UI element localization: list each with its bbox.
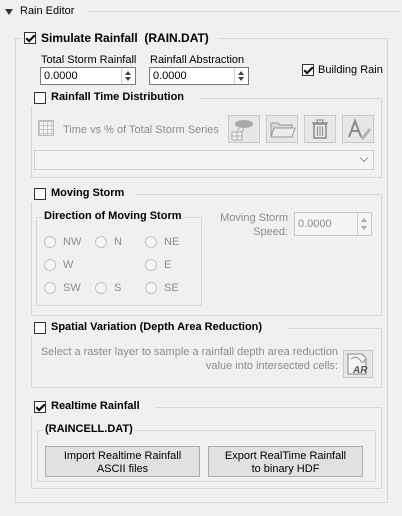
simulate-rainfall-checkbox[interactable] <box>24 32 36 44</box>
simulate-rainfall-header: Simulate Rainfall (RAIN.DAT) <box>22 30 218 46</box>
export-realtime-label-line2: to binary HDF <box>251 463 320 475</box>
time-distribution-checkbox[interactable] <box>34 92 46 104</box>
chevron-down-icon[interactable] <box>359 153 369 163</box>
direction-radio-n[interactable] <box>95 236 107 248</box>
direction-label-ne: NE <box>164 236 180 248</box>
direction-radio-se[interactable] <box>145 282 157 294</box>
open-folder-button[interactable] <box>266 115 298 143</box>
building-rain-label: Building Rain <box>318 64 383 76</box>
spin-down-icon[interactable] <box>125 77 131 81</box>
spatial-description-line1: Select a raster layer to sample a rainfa… <box>40 346 338 358</box>
collapse-arrow-icon[interactable] <box>5 9 13 15</box>
spin-down-icon[interactable] <box>238 77 244 81</box>
area-reduction-icon-text: AR <box>352 365 368 376</box>
direction-radio-nw[interactable] <box>44 236 56 248</box>
raincell-label: (RAINCELL.DAT) <box>43 423 135 435</box>
spatial-variation-checkbox[interactable] <box>34 322 46 334</box>
rain-table-button[interactable] <box>228 115 260 143</box>
realtime-rainfall-label: Realtime Rainfall <box>51 400 140 412</box>
export-realtime-label-line1: Export RealTime Rainfall <box>224 450 347 462</box>
direction-label-w: W <box>63 259 74 271</box>
realtime-rainfall-checkbox[interactable] <box>34 401 46 413</box>
trash-icon <box>312 119 328 139</box>
export-realtime-button[interactable]: Export RealTime Rainfall to binary HDF <box>208 446 363 477</box>
rainfall-abstraction-input[interactable]: 0.0000 <box>149 67 249 85</box>
rainfall-abstraction-label: Rainfall Abstraction <box>150 54 245 66</box>
direction-radio-ne[interactable] <box>145 236 157 248</box>
storm-speed-spinner[interactable] <box>357 213 371 235</box>
direction-radio-sw[interactable] <box>44 282 56 294</box>
total-storm-rainfall-label: Total Storm Rainfall <box>41 54 137 66</box>
spatial-description-line2: value into intersected cells: <box>205 360 338 372</box>
moving-storm-checkbox[interactable] <box>34 188 46 200</box>
spin-up-icon[interactable] <box>361 218 367 222</box>
storm-speed-label-line1: Moving Storm <box>220 212 288 224</box>
storm-speed-value: 0.0000 <box>298 218 332 230</box>
area-reduction-icon: AR <box>347 353 368 376</box>
direction-label: Direction of Moving Storm <box>42 210 184 222</box>
time-distribution-header: Rainfall Time Distribution <box>31 90 200 106</box>
simulate-rainfall-label: Simulate Rainfall (RAIN.DAT) <box>41 31 209 45</box>
import-realtime-label-line2: ASCII files <box>96 463 149 475</box>
table-icon <box>38 120 54 136</box>
direction-radio-s[interactable] <box>95 282 107 294</box>
rename-button[interactable] <box>342 115 374 143</box>
direction-label-nw: NW <box>63 236 82 248</box>
realtime-rainfall-header: Realtime Rainfall <box>31 399 155 415</box>
total-storm-rainfall-value: 0.0000 <box>44 70 78 82</box>
direction-radio-w[interactable] <box>44 259 56 271</box>
spin-down-icon[interactable] <box>361 226 367 230</box>
series-dropdown[interactable] <box>34 150 374 170</box>
rain-table-icon <box>231 120 253 141</box>
time-series-label: Time vs % of Total Storm Series <box>63 124 219 136</box>
spin-up-icon[interactable] <box>238 71 244 75</box>
storm-speed-input[interactable]: 0.0000 <box>294 212 372 236</box>
storm-speed-label: Moving Storm Speed: <box>210 211 288 239</box>
direction-label-e: E <box>164 259 172 271</box>
direction-radio-e[interactable] <box>145 259 157 271</box>
moving-storm-header: Moving Storm <box>31 186 135 202</box>
moving-storm-label: Moving Storm <box>51 187 125 199</box>
rainfall-abstraction-value: 0.0000 <box>153 70 187 82</box>
import-realtime-label-line1: Import Realtime Rainfall <box>63 450 182 462</box>
direction-label-s: S <box>114 282 122 294</box>
import-realtime-button[interactable]: Import Realtime Rainfall ASCII files <box>45 446 200 477</box>
total-storm-rainfall-spinner[interactable] <box>121 68 135 84</box>
total-storm-rainfall-input[interactable]: 0.0000 <box>40 67 136 85</box>
rainfall-abstraction-spinner[interactable] <box>234 68 248 84</box>
folder-icon <box>270 122 296 138</box>
spatial-variation-description: Select a raster layer to sample a rainfa… <box>36 345 338 373</box>
building-rain-checkbox[interactable] <box>302 64 314 76</box>
area-reduction-button[interactable]: AR <box>343 350 373 378</box>
direction-label-sw: SW <box>63 282 81 294</box>
direction-label-se: SE <box>164 282 179 294</box>
editor-title: Rain Editor <box>20 5 75 17</box>
spatial-variation-header: Spatial Variation (Depth Area Reduction) <box>31 320 287 336</box>
rename-icon <box>348 118 371 140</box>
header-divider <box>88 11 400 12</box>
storm-speed-label-line2: Speed: <box>253 226 288 238</box>
delete-button[interactable] <box>304 115 336 143</box>
spin-up-icon[interactable] <box>125 71 131 75</box>
time-distribution-label: Rainfall Time Distribution <box>51 91 185 103</box>
spatial-variation-label: Spatial Variation (Depth Area Reduction) <box>51 321 263 333</box>
direction-label-n: N <box>114 236 122 248</box>
